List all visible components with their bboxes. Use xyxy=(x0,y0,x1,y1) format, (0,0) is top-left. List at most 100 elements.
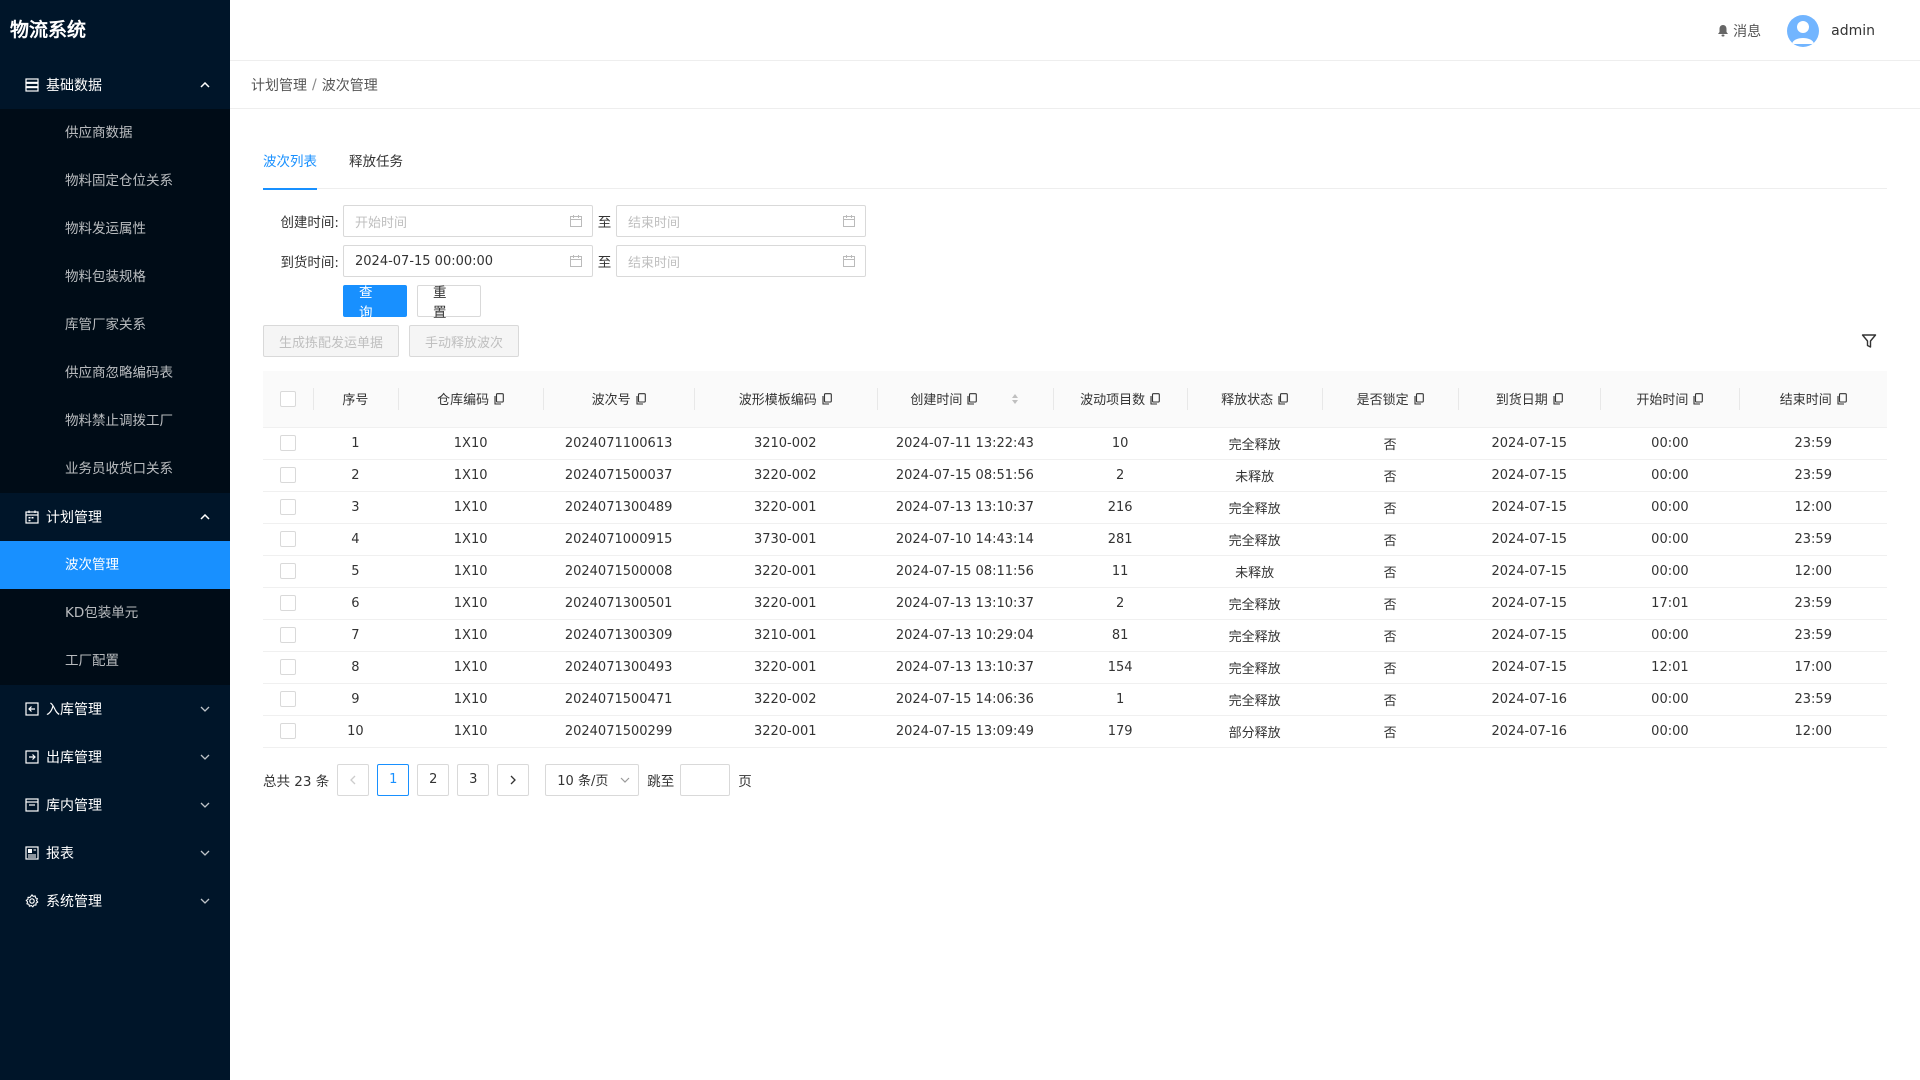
copy-icon[interactable] xyxy=(967,392,978,405)
created-end-input[interactable]: 结束时间 xyxy=(616,205,866,237)
table-cell: 81 xyxy=(1053,619,1188,652)
copy-icon[interactable] xyxy=(1150,392,1160,405)
arrival-start-input[interactable]: 2024-07-15 00:00:00 xyxy=(343,245,593,277)
table-cell: 00:00 xyxy=(1600,683,1740,716)
row-checkbox[interactable] xyxy=(279,723,296,739)
copy-icon[interactable] xyxy=(1553,392,1563,405)
row-checkbox[interactable] xyxy=(279,595,296,611)
sidebar-item[interactable]: 物料发运属性 xyxy=(0,205,230,253)
copy-icon[interactable] xyxy=(1414,392,1424,405)
sidebar-item[interactable]: 物料固定仓位关系 xyxy=(0,157,230,205)
table-cell: 否 xyxy=(1322,619,1459,652)
sidebar-item[interactable]: 库管厂家关系 xyxy=(0,301,230,349)
warehouse-icon xyxy=(24,797,40,813)
table-cell: 1X10 xyxy=(397,427,544,460)
copy-icon[interactable] xyxy=(1837,392,1847,405)
row-checkbox[interactable] xyxy=(279,467,296,483)
filter-icon[interactable] xyxy=(1861,333,1877,353)
created-time-row: 创建时间: 开始时间 至 结束时间 xyxy=(263,205,1887,237)
menu-group-0[interactable]: 基础数据 xyxy=(0,61,230,109)
messages-button[interactable]: 消息 xyxy=(1717,21,1761,41)
page-button[interactable]: 3 xyxy=(457,763,490,796)
page-size-select[interactable]: 10 条/页 xyxy=(545,763,640,796)
row-checkbox[interactable] xyxy=(279,531,296,547)
sidebar-item[interactable]: 业务员收货口关系 xyxy=(0,445,230,493)
sort-icon[interactable] xyxy=(1011,393,1019,405)
table-row[interactable]: 6 1X10 2024071300501 3220-001 2024-07-13 13:… xyxy=(263,587,1887,620)
row-checkbox[interactable] xyxy=(279,659,296,675)
page-suffix: 页 xyxy=(738,773,752,790)
generate-shipping-docs-button[interactable]: 生成拣配发运单据 xyxy=(263,325,400,357)
table-cell: 1X10 xyxy=(397,459,544,492)
table-header-row: 序号 仓库编码 波次号 波形模板编码 创建时间 波动项目数 释放状态 是否锁定 到货日期 开始时间… xyxy=(263,371,1887,428)
sidebar-item[interactable]: 供应商忽略编码表 xyxy=(0,349,230,397)
table-cell: 否 xyxy=(1322,491,1459,524)
table-row[interactable]: 9 1X10 2024071500471 3220-002 2024-07-15 14:… xyxy=(263,683,1887,716)
sidebar-item[interactable]: 波次管理 xyxy=(0,541,230,589)
table-cell: 2024071500037 xyxy=(543,459,694,492)
table-row[interactable]: 4 1X10 2024071000915 3730-001 2024-07-10 14:… xyxy=(263,523,1887,556)
page-button[interactable]: 1 xyxy=(377,763,410,796)
table-cell: 00:00 xyxy=(1600,459,1740,492)
row-checkbox[interactable] xyxy=(279,563,296,579)
row-checkbox[interactable] xyxy=(279,627,296,643)
select-all-checkbox[interactable] xyxy=(279,390,296,407)
row-checkbox[interactable] xyxy=(279,691,296,707)
avatar[interactable] xyxy=(1787,14,1820,47)
menu-group-label: 系统管理 xyxy=(46,894,102,910)
sidebar-item[interactable]: 工厂配置 xyxy=(0,637,230,685)
username[interactable]: admin xyxy=(1831,23,1875,39)
table-cell: 4 xyxy=(312,523,398,556)
menu-group-6[interactable]: 系统管理 xyxy=(0,877,230,925)
table-cell: 1X10 xyxy=(397,619,544,652)
table-row[interactable]: 1 1X10 2024071100613 3210-002 2024-07-11 13:… xyxy=(263,427,1887,460)
app-title: 物流系统 xyxy=(10,19,87,41)
menu-group-3[interactable]: 出库管理 xyxy=(0,733,230,781)
breadcrumb-parent[interactable]: 计划管理 xyxy=(251,75,307,95)
created-start-input[interactable]: 开始时间 xyxy=(343,205,593,237)
table-cell: 10 xyxy=(312,715,398,748)
table-row[interactable]: 10 1X10 2024071500299 3220-001 2024-07-15 13… xyxy=(263,715,1887,748)
copy-icon[interactable] xyxy=(494,392,505,405)
copy-icon[interactable] xyxy=(822,392,832,405)
table-cell: 23:59 xyxy=(1739,427,1887,460)
table-row[interactable]: 7 1X10 2024071300309 3210-001 2024-07-13 10:… xyxy=(263,619,1887,652)
page-size-value: 10 条/页 xyxy=(557,774,609,789)
table-row[interactable]: 3 1X10 2024071300489 3220-001 2024-07-13 13:… xyxy=(263,491,1887,524)
manual-release-button[interactable]: 手动释放波次 xyxy=(409,325,520,357)
search-button[interactable]: 查询 xyxy=(343,285,407,321)
sidebar-item[interactable]: 物料包装规格 xyxy=(0,253,230,301)
menu-group-2[interactable]: 入库管理 xyxy=(0,685,230,733)
table-row[interactable]: 2 1X10 2024071500037 3220-002 2024-07-15 08:… xyxy=(263,459,1887,492)
row-checkbox[interactable] xyxy=(279,499,296,515)
column-header: 是否锁定 xyxy=(1322,371,1459,428)
sidebar-item[interactable]: 供应商数据 xyxy=(0,109,230,157)
tab-release-tasks[interactable]: 释放任务 xyxy=(349,151,403,189)
copy-icon[interactable] xyxy=(636,392,646,405)
table-row[interactable]: 5 1X10 2024071500008 3220-001 2024-07-15 08:… xyxy=(263,555,1887,588)
jump-page-input[interactable] xyxy=(680,763,731,796)
sidebar-item[interactable]: KD包装单元 xyxy=(0,589,230,637)
table-cell: 2024-07-16 xyxy=(1458,683,1601,716)
menu-group-4[interactable]: 库内管理 xyxy=(0,781,230,829)
table-cell: 2024-07-15 xyxy=(1458,651,1601,684)
arrival-end-input[interactable]: 结束时间 xyxy=(616,245,866,277)
table-cell: 2024-07-13 13:10:37 xyxy=(876,587,1054,620)
sidebar-item[interactable]: 物料禁止调拨工厂 xyxy=(0,397,230,445)
reset-button[interactable]: 重置 xyxy=(417,285,481,321)
table-cell: 完全释放 xyxy=(1187,619,1323,652)
created-start-placeholder: 开始时间 xyxy=(355,215,408,231)
copy-icon[interactable] xyxy=(1693,392,1704,405)
prev-page-button[interactable] xyxy=(337,763,370,796)
row-checkbox[interactable] xyxy=(279,435,296,451)
table-row[interactable]: 8 1X10 2024071300493 3220-001 2024-07-13 13:… xyxy=(263,651,1887,684)
tab-wave-list[interactable]: 波次列表 xyxy=(263,151,317,190)
copy-icon[interactable] xyxy=(1278,392,1288,405)
menu-group-5[interactable]: 报表 xyxy=(0,829,230,877)
chevron-down-icon xyxy=(198,798,212,812)
page-button[interactable]: 2 xyxy=(417,763,450,796)
menu-group-1[interactable]: 计划管理 xyxy=(0,493,230,541)
menu-group-label: 入库管理 xyxy=(46,702,102,718)
breadcrumb-current: 波次管理 xyxy=(321,77,378,94)
next-page-button[interactable] xyxy=(497,763,530,796)
